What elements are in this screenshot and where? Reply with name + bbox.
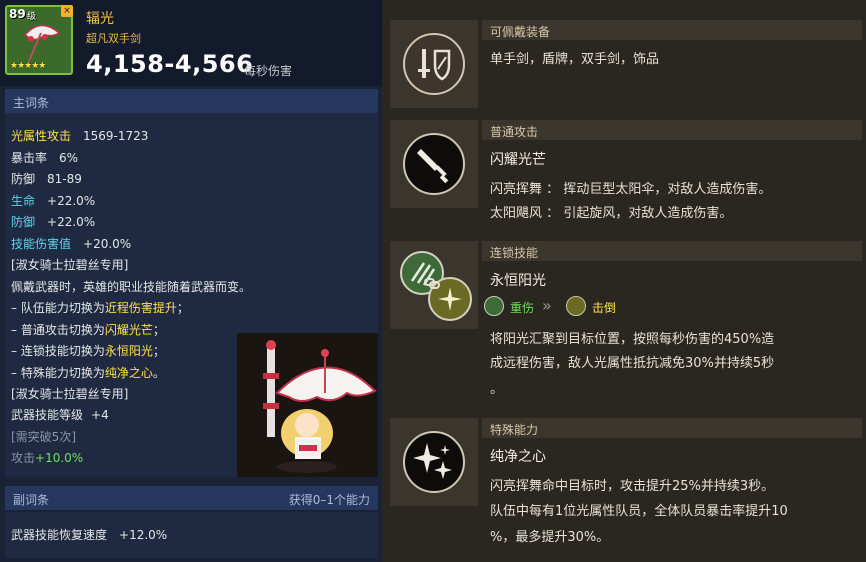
- stat-value: 1569-1723: [83, 129, 149, 143]
- normal-attack-line-2: 太阳飓风 ： 引起旋风，对敌人造成伤害。: [490, 206, 733, 221]
- stat-key: 武器技能恢复速度: [11, 528, 108, 542]
- special-desc-3: %，最多提升30%。: [490, 530, 610, 545]
- stat-row: 生命 +22.0%: [11, 192, 95, 209]
- equip-icon-box: [390, 20, 478, 108]
- special-icon-box: [390, 418, 478, 506]
- weapon-abilities-panel: 可佩戴装备 单手剑，盾牌，双手剑，饰品 普通攻击 闪耀光芒 闪亮挥舞 ： 挥动巨…: [382, 0, 866, 562]
- item-type: 超凡双手剑: [86, 32, 141, 45]
- chain-arrow: »: [542, 296, 552, 315]
- stat-key: 光属性攻击: [11, 129, 72, 143]
- change-line: – 连锁技能切换为永恒阳光；: [11, 344, 165, 358]
- stat-key: 武器技能等级: [11, 408, 84, 422]
- star-rating: ★★★★★: [10, 61, 46, 71]
- weapon-skill-row: 武器技能等级 +4: [11, 406, 109, 423]
- item-header: 89 级 × ★★★★★ 辐光 超凡双手剑 4,158-4,566 每秒伤害: [0, 0, 382, 86]
- chain-skill-icon-box: [390, 241, 478, 329]
- stat-value: +12.0%: [119, 528, 168, 542]
- normal-attack-line-1: 闪亮挥舞 ： 挥动巨型太阳伞，对敌人造成伤害。: [490, 182, 772, 197]
- chain-skill-name: 永恒阳光: [490, 273, 546, 289]
- state-injured-icon: [484, 296, 504, 316]
- stat-value: +22.0%: [47, 194, 96, 208]
- normal-attack-name: 闪耀光芒: [490, 152, 546, 168]
- character-portrait: [237, 333, 378, 477]
- item-name: 辐光: [86, 11, 114, 27]
- stat-key: 暴击率: [11, 151, 48, 165]
- chain-skill-title-bar: 连锁技能: [482, 241, 862, 261]
- special-desc-1: 闪亮挥舞命中目标时，攻击提升25%并持续3秒。: [490, 479, 775, 494]
- state-injured-label: 重伤: [510, 301, 535, 315]
- chain-skill-desc-1: 将阳光汇聚到目标位置，按照每秒伤害的450%造: [490, 332, 775, 347]
- stat-value: 6%: [59, 151, 79, 165]
- main-stats-title: 主词条: [13, 96, 50, 110]
- exclusive-header: [淑女骑士拉碧丝专用]: [11, 258, 129, 272]
- chain-link-icon: [424, 278, 440, 289]
- equip-title: 可佩戴装备: [490, 25, 551, 39]
- state-knockdown-label: 击倒: [592, 301, 617, 315]
- weapon-icon[interactable]: 89 级 × ★★★★★: [5, 5, 73, 75]
- stat-row: 武器技能恢复速度 +12.0%: [11, 526, 167, 543]
- state-knockdown-icon: [566, 296, 586, 316]
- dps-value: 4,158-4,566: [86, 50, 254, 78]
- stars-icon: [413, 443, 452, 479]
- attack-row: 攻击+10.0%: [11, 449, 83, 466]
- normal-attack-title-bar: 普通攻击: [482, 120, 862, 140]
- stat-value: +20.0%: [83, 237, 132, 251]
- chain-skill-desc-3: 。: [490, 382, 504, 397]
- special-icon: [403, 431, 465, 493]
- chain-skill-title: 连锁技能: [490, 246, 539, 260]
- normal-attack-icon: [403, 133, 465, 195]
- sword-icon: [417, 149, 449, 184]
- stat-value: +10.0%: [35, 451, 84, 465]
- stat-value: +4: [91, 408, 109, 422]
- stat-key: 防御: [11, 172, 36, 186]
- sub-stats-title: 副词条: [13, 493, 50, 507]
- dps-unit: 每秒伤害: [244, 64, 293, 78]
- special-desc-2: 队伍中每有1位光属性队员，全体队员暴击率提升10: [490, 504, 788, 519]
- equip-value: 单手剑，盾牌，双手剑，饰品: [490, 52, 660, 67]
- parasol-icon: [23, 24, 61, 62]
- stat-row: 技能伤害值 +20.0%: [11, 235, 131, 252]
- main-stats-header: 主词条: [5, 89, 378, 113]
- normal-attack-icon-box: [390, 120, 478, 208]
- change-line: – 队伍能力切换为近程伤害提升；: [11, 301, 189, 315]
- stat-row: 光属性攻击 1569-1723: [11, 127, 148, 144]
- item-level: 89: [9, 7, 26, 21]
- sub-stats-range: 获得0–1个能力: [288, 493, 370, 507]
- sub-stats-list: 武器技能恢复速度 +12.0%: [5, 512, 378, 558]
- item-detail-panel: 89 级 × ★★★★★ 辐光 超凡双手剑 4,158-4,566 每秒伤害 主…: [0, 0, 382, 562]
- item-level-unit: 级: [27, 12, 37, 22]
- normal-attack-title: 普通攻击: [490, 125, 539, 139]
- limit-break-note: [需突破5次]: [11, 430, 76, 444]
- stat-row: 防御 81-89: [11, 170, 82, 187]
- sub-stats-header: 副词条 获得0–1个能力: [5, 486, 378, 510]
- chain-skill-desc-2: 成远程伤害，敌人光属性抵抗减免30%并持续5秒: [490, 356, 775, 371]
- special-title: 特殊能力: [490, 423, 539, 437]
- stat-key: 技能伤害值: [11, 237, 72, 251]
- exclusive-header-2: [淑女骑士拉碧丝专用]: [11, 387, 129, 401]
- stat-key: 攻击: [11, 451, 36, 465]
- stat-row: 暴击率 6%: [11, 149, 78, 166]
- exclusive-desc: 佩戴武器时，英雄的职业技能随着武器而变。: [11, 280, 252, 294]
- close-icon[interactable]: ×: [61, 5, 73, 17]
- special-name: 纯净之心: [490, 449, 546, 465]
- change-line: – 普通攻击切换为闪耀光芒；: [11, 323, 165, 337]
- equip-icon: [403, 33, 465, 95]
- equip-title-bar: 可佩戴装备: [482, 20, 862, 40]
- sword-shield-icon: [418, 49, 451, 81]
- character-sprite-icon: [237, 333, 378, 477]
- stat-key: 生命: [11, 194, 36, 208]
- change-line: – 特殊能力切换为纯净之心。: [11, 366, 165, 380]
- stat-key: 防御: [11, 215, 36, 229]
- stat-row: 防御 +22.0%: [11, 213, 95, 230]
- stat-value: 81-89: [47, 172, 82, 186]
- special-title-bar: 特殊能力: [482, 418, 862, 438]
- stat-value: +22.0%: [47, 215, 96, 229]
